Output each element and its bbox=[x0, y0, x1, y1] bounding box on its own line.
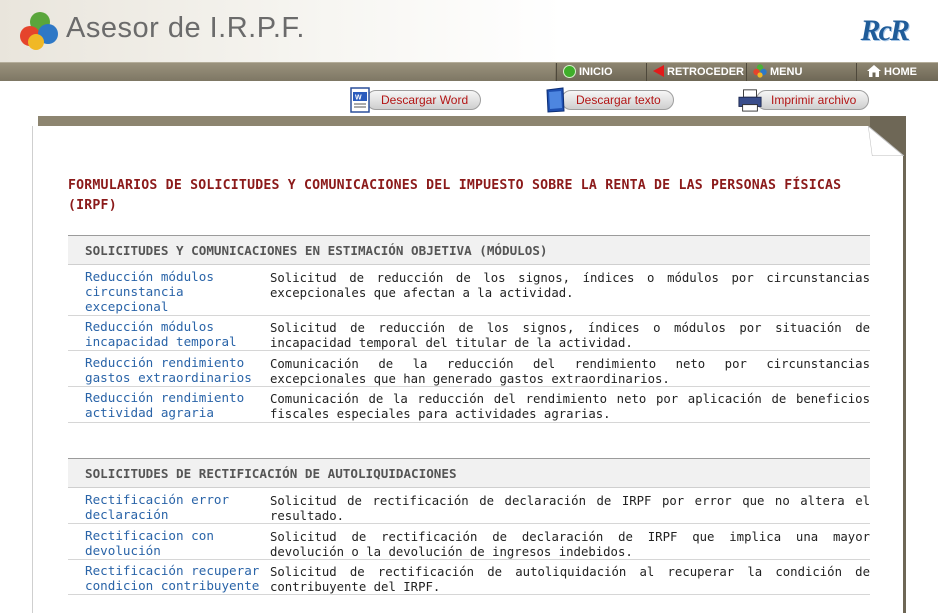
colored-dots-icon bbox=[753, 64, 767, 78]
app-title: Asesor de I.R.P.F. bbox=[66, 12, 305, 44]
brand-logo: RcR bbox=[860, 14, 910, 47]
form-link[interactable]: Reducción módulos circunstancia excepcio… bbox=[85, 269, 265, 314]
house-icon bbox=[867, 65, 881, 78]
download-word-button[interactable]: W Descargar Word bbox=[348, 87, 482, 113]
table-row: Reducción rendimiento gastos extraordina… bbox=[68, 354, 870, 387]
download-text-label: Descargar texto bbox=[561, 90, 674, 110]
print-file-button[interactable]: Imprimir archivo bbox=[738, 87, 870, 113]
table-row: Rectificacion con devolución Solicitud d… bbox=[68, 527, 870, 560]
table-row: Rectificación error declaración Solicitu… bbox=[68, 491, 870, 524]
form-link[interactable]: Rectificación error declaración bbox=[85, 492, 265, 522]
nav-menu[interactable]: MENU bbox=[746, 63, 856, 81]
nav-inicio[interactable]: INICIO bbox=[556, 63, 635, 81]
form-description: Comunicación de la reducción del rendimi… bbox=[270, 392, 870, 421]
green-circle-icon bbox=[563, 64, 576, 78]
table-row: Reducción rendimiento actividad agraria … bbox=[68, 389, 870, 423]
nav-menu-label: MENU bbox=[770, 66, 803, 78]
svg-text:W: W bbox=[355, 95, 362, 102]
form-link[interactable]: Rectificacion con devolución bbox=[85, 528, 265, 558]
app-header: Asesor de I.R.P.F. RcR bbox=[0, 0, 938, 62]
nav-bar: INICIO RETROCEDER MENU HOME bbox=[0, 62, 938, 81]
section-heading-modulos: SOLICITUDES Y COMUNICACIONES EN ESTIMACI… bbox=[68, 235, 870, 265]
page-fold-corner bbox=[868, 126, 904, 156]
form-description: Solicitud de rectificación de autoliquid… bbox=[270, 565, 870, 594]
document-title: FORMULARIOS DE SOLICITUDES Y COMUNICACIO… bbox=[68, 178, 842, 213]
red-back-arrow-icon bbox=[653, 65, 664, 78]
download-word-label: Descargar Word bbox=[366, 90, 482, 110]
table-row: Reducción módulos circunstancia excepcio… bbox=[68, 268, 870, 316]
table-row: Reducción módulos incapacidad temporal S… bbox=[68, 318, 870, 351]
form-description: Solicitud de rectificación de declaració… bbox=[270, 494, 870, 523]
form-description: Comunicación de la reducción del rendimi… bbox=[270, 357, 870, 386]
download-text-button[interactable]: Descargar texto bbox=[543, 87, 674, 113]
table-row: Rectificación recuperar condicion contri… bbox=[68, 562, 870, 595]
form-link[interactable]: Reducción módulos incapacidad temporal bbox=[85, 319, 265, 349]
section-heading-rectificacion: SOLICITUDES DE RECTIFICACIÓN DE AUTOLIQU… bbox=[68, 458, 870, 488]
form-link[interactable]: Reducción rendimiento gastos extraordina… bbox=[85, 355, 265, 385]
form-link[interactable]: Rectificación recuperar condicion contri… bbox=[85, 563, 265, 593]
app-logo bbox=[20, 12, 62, 50]
form-link[interactable]: Reducción rendimiento actividad agraria bbox=[85, 390, 265, 420]
printer-icon bbox=[738, 89, 762, 112]
form-description: Solicitud de reducción de los signos, ín… bbox=[270, 321, 870, 350]
text-document-icon bbox=[546, 87, 565, 113]
nav-inicio-label: INICIO bbox=[579, 66, 613, 78]
form-description: Solicitud de rectificación de declaració… bbox=[270, 530, 870, 559]
form-description: Solicitud de reducción de los signos, ín… bbox=[270, 271, 870, 300]
nav-home-label: HOME bbox=[884, 66, 917, 78]
word-document-icon: W bbox=[350, 87, 370, 113]
print-file-label: Imprimir archivo bbox=[756, 90, 870, 110]
nav-retroceder[interactable]: RETROCEDER bbox=[646, 63, 746, 81]
nav-home[interactable]: HOME bbox=[856, 63, 938, 81]
nav-retroceder-label: RETROCEDER bbox=[667, 66, 745, 78]
